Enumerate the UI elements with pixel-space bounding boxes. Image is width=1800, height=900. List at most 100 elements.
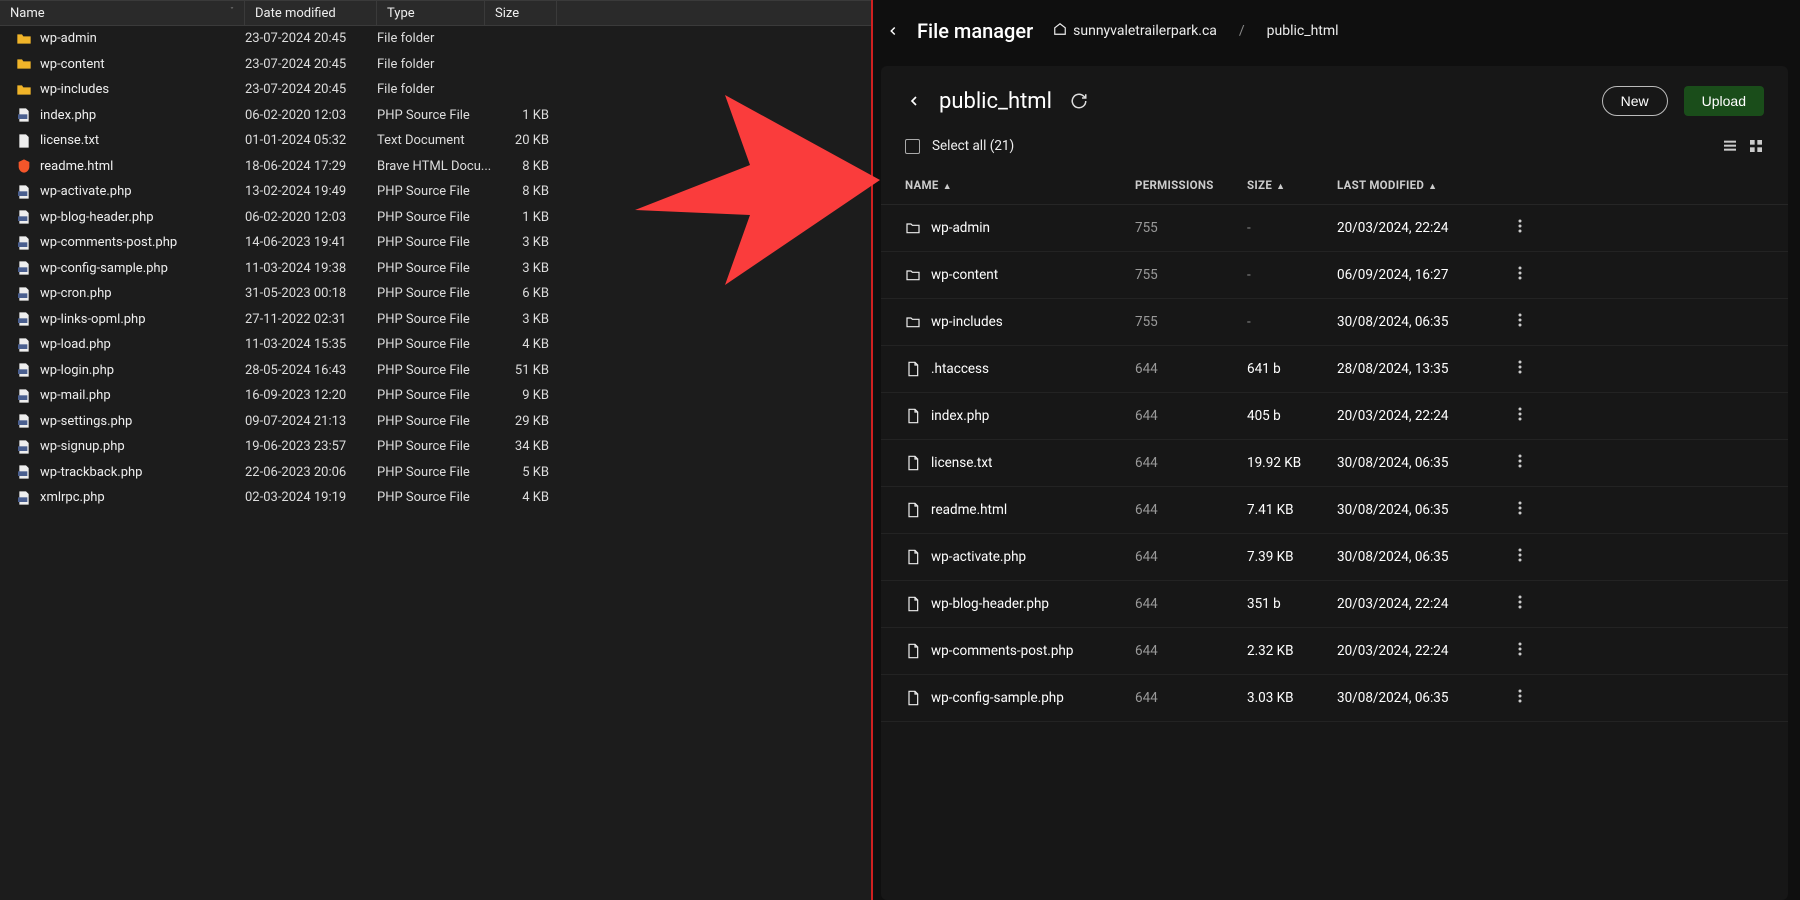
file-date: 31-05-2023 00:18 [245,286,377,301]
file-type: File folder [377,57,497,72]
explorer-col-type[interactable]: Type [377,1,485,25]
explorer-row[interactable]: wp-signup.php19-06-2023 23:57PHP Source … [0,434,871,460]
th-permissions[interactable]: PERMISSIONS [1135,178,1247,192]
file-modified: 30/08/2024, 06:35 [1337,502,1507,518]
explorer-row[interactable]: readme.html18-06-2024 17:29Brave HTML Do… [0,154,871,180]
explorer-row[interactable]: wp-cron.php31-05-2023 00:18PHP Source Fi… [0,281,871,307]
file-type: PHP Source File [377,337,497,352]
php-file-icon [16,184,32,200]
breadcrumb-back-button[interactable] [883,21,903,41]
explorer-col-size[interactable]: Size [485,1,557,25]
explorer-row[interactable]: wp-includes23-07-2024 20:45File folder [0,77,871,103]
row-menu-icon[interactable] [1507,266,1533,284]
row-menu-icon[interactable] [1507,548,1533,566]
row-menu-icon[interactable] [1507,454,1533,472]
file-name: wp-load.php [40,337,111,352]
file-row[interactable]: wp-activate.php6447.39 KB30/08/2024, 06:… [881,534,1788,581]
file-row[interactable]: wp-config-sample.php6443.03 KB30/08/2024… [881,675,1788,722]
explorer-row[interactable]: license.txt01-01-2024 05:32Text Document… [0,128,871,154]
new-button[interactable]: New [1602,86,1668,116]
file-name: wp-comments-post.php [40,235,177,250]
folder-outline-icon [905,314,921,330]
file-name: wp-admin [40,31,97,46]
file-date: 14-06-2023 19:41 [245,235,377,250]
explorer-row[interactable]: wp-content23-07-2024 20:45File folder [0,52,871,78]
file-date: 02-03-2024 19:19 [245,490,377,505]
explorer-row[interactable]: wp-login.php28-05-2024 16:43PHP Source F… [0,358,871,384]
file-permissions: 644 [1135,455,1247,471]
row-menu-icon[interactable] [1507,407,1533,425]
explorer-row[interactable]: wp-trackback.php22-06-2023 20:06PHP Sour… [0,460,871,486]
row-menu-icon[interactable] [1507,642,1533,660]
file-size: 3 KB [497,235,559,250]
file-modified: 20/03/2024, 22:24 [1337,408,1507,424]
upload-button[interactable]: Upload [1684,86,1764,116]
explorer-row[interactable]: wp-activate.php13-02-2024 19:49PHP Sourc… [0,179,871,205]
explorer-col-name[interactable]: Nameˇ [0,1,245,25]
file-row[interactable]: index.php644405 b20/03/2024, 22:24 [881,393,1788,440]
explorer-row[interactable]: wp-settings.php09-07-2024 21:13PHP Sourc… [0,409,871,435]
th-size[interactable]: SIZE▲ [1247,178,1337,192]
php-file-icon [16,439,32,455]
explorer-row[interactable]: wp-links-opml.php27-11-2022 02:31PHP Sou… [0,307,871,333]
file-type: PHP Source File [377,210,497,225]
brave-file-icon [16,158,32,174]
file-row[interactable]: wp-blog-header.php644351 b20/03/2024, 22… [881,581,1788,628]
php-file-icon [16,362,32,378]
explorer-header-row: Nameˇ Date modified Type Size [0,0,871,26]
file-row[interactable]: wp-content755-06/09/2024, 16:27 [881,252,1788,299]
text-file-icon [16,133,32,149]
file-row[interactable]: readme.html6447.41 KB30/08/2024, 06:35 [881,487,1788,534]
file-modified: 06/09/2024, 16:27 [1337,267,1507,283]
breadcrumb-home[interactable]: sunnyvaletrailerpark.ca [1053,22,1217,40]
explorer-row[interactable]: wp-admin23-07-2024 20:45File folder [0,26,871,52]
file-row[interactable]: wp-comments-post.php6442.32 KB20/03/2024… [881,628,1788,675]
file-name: wp-content [40,57,105,72]
row-menu-icon[interactable] [1507,360,1533,378]
file-size: 351 b [1247,596,1337,612]
explorer-col-date[interactable]: Date modified [245,1,377,25]
explorer-row[interactable]: wp-mail.php16-09-2023 12:20PHP Source Fi… [0,383,871,409]
grid-view-icon[interactable] [1748,138,1764,154]
file-modified: 20/03/2024, 22:24 [1337,643,1507,659]
row-menu-icon[interactable] [1507,689,1533,707]
row-menu-icon[interactable] [1507,501,1533,519]
refresh-icon[interactable] [1070,92,1088,110]
row-menu-icon[interactable] [1507,595,1533,613]
file-permissions: 644 [1135,408,1247,424]
row-menu-icon[interactable] [1507,219,1533,237]
file-table-header: NAME▲ PERMISSIONS SIZE▲ LAST MODIFIED▲ [881,164,1788,205]
file-date: 16-09-2023 12:20 [245,388,377,403]
php-file-icon [16,260,32,276]
th-modified[interactable]: LAST MODIFIED▲ [1337,178,1507,192]
explorer-row[interactable]: index.php06-02-2020 12:03PHP Source File… [0,103,871,129]
th-name[interactable]: NAME▲ [905,178,1135,192]
folder-outline-icon [905,267,921,283]
file-row[interactable]: wp-admin755-20/03/2024, 22:24 [881,205,1788,252]
select-all-checkbox[interactable] [905,139,920,154]
list-view-icon[interactable] [1722,138,1738,154]
file-name: wp-links-opml.php [40,312,146,327]
file-modified: 30/08/2024, 06:35 [1337,314,1507,330]
explorer-row[interactable]: wp-config-sample.php11-03-2024 19:38PHP … [0,256,871,282]
folder-up-button[interactable] [905,92,923,110]
file-permissions: 644 [1135,690,1247,706]
explorer-row[interactable]: wp-load.php 11-03-2024 15:35PHP Source Fi… [0,332,871,358]
file-date: 11-03-2024 15:35 [245,337,377,352]
file-row[interactable]: license.txt64419.92 KB30/08/2024, 06:35 [881,440,1788,487]
file-row[interactable]: .htaccess644641 b28/08/2024, 13:35 [881,346,1788,393]
file-name: wp-includes [40,82,109,97]
explorer-row[interactable]: wp-blog-header.php06-02-2020 12:03PHP So… [0,205,871,231]
file-row[interactable]: wp-includes755-30/08/2024, 06:35 [881,299,1788,346]
file-name: wp-blog-header.php [931,596,1049,612]
breadcrumb-title: File manager [917,19,1033,43]
explorer-row[interactable]: xmlrpc.php02-03-2024 19:19PHP Source Fil… [0,485,871,511]
file-outline-icon [905,361,921,377]
php-file-icon [16,464,32,480]
row-menu-icon[interactable] [1507,313,1533,331]
explorer-row[interactable]: wp-comments-post.php14-06-2023 19:41PHP … [0,230,871,256]
file-size: 6 KB [497,286,559,301]
file-size: 1 KB [497,108,559,123]
file-name: readme.html [40,159,113,174]
breadcrumb-separator: / [1239,23,1245,39]
